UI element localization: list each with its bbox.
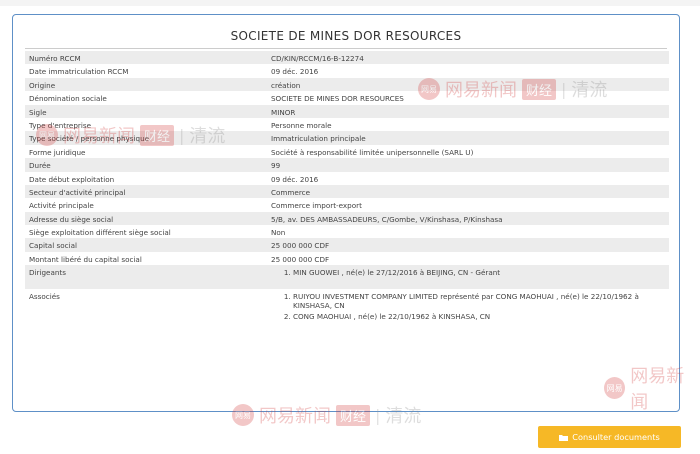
company-details-table: Numéro RCCM CD/KIN/RCCM/16-B-12274 Date im… (25, 51, 669, 340)
company-title: SOCIETE DE MINES DOR RESOURCES (230, 29, 462, 43)
consulter-documents-button[interactable]: Consulter documents (538, 426, 681, 448)
top-strip (0, 0, 700, 6)
field-label: Capital social (25, 238, 267, 252)
list-item: MIN GUOWEI , né(e) le 27/12/2016 à BEIJI… (293, 268, 665, 277)
table-row: Durée 99 (25, 158, 669, 172)
field-label: Date immatriculation RCCM (25, 64, 267, 78)
table-row: Associés RUIYOU INVESTMENT COMPANY LIMITE… (25, 289, 669, 340)
table-row: Dénomination sociale SOCIETE DE MINES DOR… (25, 91, 669, 105)
field-label: Type société / personne physique (25, 131, 267, 145)
field-label: Forme juridique (25, 144, 267, 159)
table-row: Numéro RCCM CD/KIN/RCCM/16-B-12274 (25, 51, 669, 65)
field-label: Secteur d'activité principal (25, 184, 267, 199)
table-row: Adresse du siège social 5/B, av. DES AMBA… (25, 211, 669, 226)
list-item: CONG MAOHUAI , né(e) le 22/10/1962 à KIN… (293, 312, 665, 321)
field-label: Sigle (25, 104, 267, 118)
field-value: 25 000 000 CDF (267, 251, 669, 266)
table-row: Origine création (25, 77, 669, 92)
field-value: 09 déc. 2016 (267, 171, 669, 185)
table-row: Type société / personne physique Immatric… (25, 131, 669, 145)
field-value: Société à responsabilité limitée unipers… (267, 144, 669, 159)
field-value: Non (267, 225, 669, 239)
table-row: Sigle MINOR (25, 104, 669, 118)
field-value: 25 000 000 CDF (267, 238, 669, 252)
consulter-documents-label: Consulter documents (572, 432, 660, 442)
associes-list: RUIYOU INVESTMENT COMPANY LIMITED représ… (271, 292, 665, 321)
table-row: Type d'entreprise Personne morale (25, 117, 669, 132)
field-value: création (267, 77, 669, 92)
field-label: Montant libéré du capital social (25, 251, 267, 266)
field-label: Activité principale (25, 198, 267, 212)
field-label: Numéro RCCM (25, 51, 267, 65)
dirigeants-label: Dirigeants (25, 265, 267, 290)
associes-value: RUIYOU INVESTMENT COMPANY LIMITED représ… (267, 289, 669, 340)
table-row: Date immatriculation RCCM 09 déc. 2016 (25, 64, 669, 78)
table-row: Forme juridique Société à responsabilité … (25, 144, 669, 159)
associes-label: Associés (25, 289, 267, 340)
field-value: 99 (267, 158, 669, 172)
field-value: 5/B, av. DES AMBASSADEURS, C/Gombe, V/Ki… (267, 211, 669, 226)
table-row: Date début exploitation 09 déc. 2016 (25, 171, 669, 185)
field-label: Durée (25, 158, 267, 172)
field-value: Personne morale (267, 117, 669, 132)
field-value: SOCIETE DE MINES DOR RESOURCES (267, 91, 669, 105)
field-label: Adresse du siège social (25, 211, 267, 226)
dirigeants-value: MIN GUOWEI , né(e) le 27/12/2016 à BEIJI… (267, 265, 669, 290)
table-row: Capital social 25 000 000 CDF (25, 238, 669, 252)
field-value: Immatriculation principale (267, 131, 669, 145)
list-item: RUIYOU INVESTMENT COMPANY LIMITED représ… (293, 292, 665, 310)
field-value: Commerce (267, 184, 669, 199)
field-label: Date début exploitation (25, 171, 267, 185)
field-value: 09 déc. 2016 (267, 64, 669, 78)
table-row: Siège exploitation différent siège socia… (25, 225, 669, 239)
company-info-card: SOCIETE DE MINES DOR RESOURCES Numéro RC… (12, 14, 680, 412)
table-row: Activité principale Commerce import-expor… (25, 198, 669, 212)
folder-icon (559, 434, 569, 441)
field-value: MINOR (267, 104, 669, 118)
title-divider (25, 48, 667, 49)
dirigeants-list: MIN GUOWEI , né(e) le 27/12/2016 à BEIJI… (271, 268, 665, 277)
field-value: CD/KIN/RCCM/16-B-12274 (267, 51, 669, 65)
table-row: Montant libéré du capital social 25 000 0… (25, 251, 669, 266)
field-label: Origine (25, 77, 267, 92)
field-label: Dénomination sociale (25, 91, 267, 105)
field-value: Commerce import-export (267, 198, 669, 212)
field-label: Siège exploitation différent siège socia… (25, 225, 267, 239)
field-label: Type d'entreprise (25, 117, 267, 132)
table-row: Dirigeants MIN GUOWEI , né(e) le 27/12/20… (25, 265, 669, 290)
table-row: Secteur d'activité principal Commerce (25, 184, 669, 199)
